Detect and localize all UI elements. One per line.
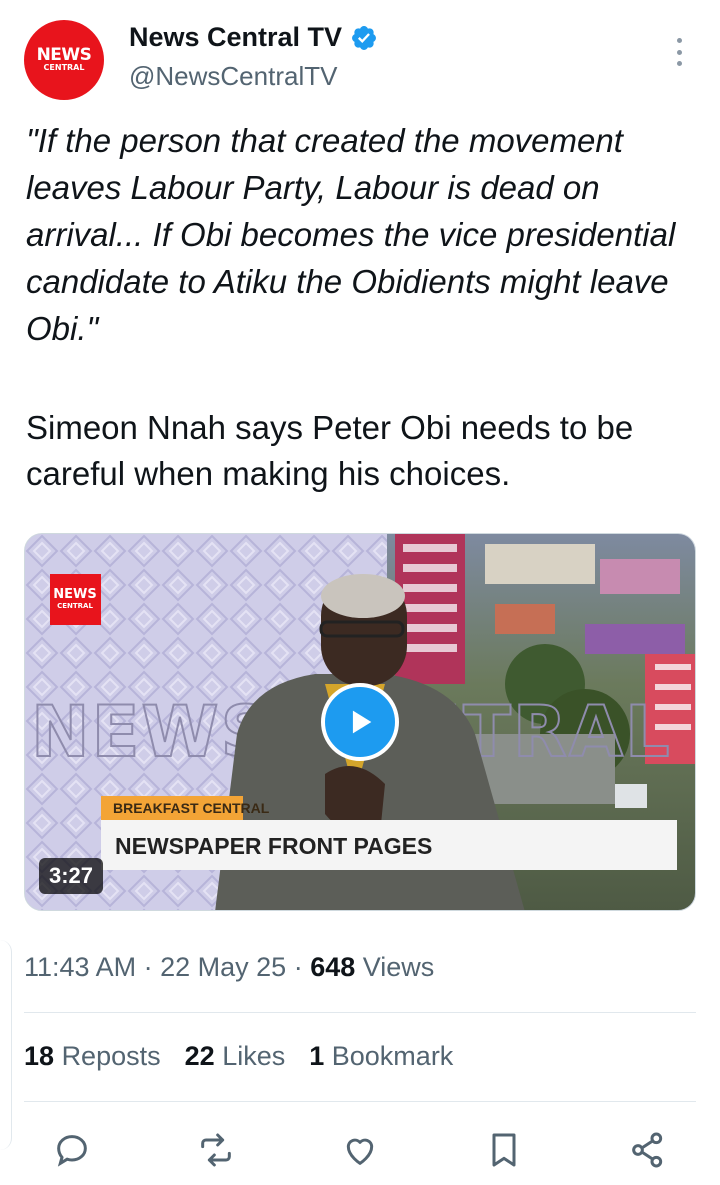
views-label: Views [362,952,435,982]
action-bar [0,1128,720,1176]
account-handle[interactable]: @NewsCentralTV [129,61,337,92]
bookmark-icon [492,1133,516,1167]
repost-icon [201,1133,231,1167]
likes-label: Likes [222,1041,286,1071]
divider [24,1101,696,1102]
video-logo-line1: NEWS [53,587,96,602]
bookmarks-label: Bookmark [331,1041,454,1071]
left-rail [0,940,12,1150]
heart-icon [346,1138,374,1165]
avatar-line2: CENTRAL [43,62,85,72]
bookmark-button[interactable] [482,1128,526,1172]
lower-third-title: NEWSPAPER FRONT PAGES [115,833,432,859]
like-button[interactable] [338,1128,382,1172]
divider [24,1012,696,1013]
tweet-quote-text: "If the person that created the movement… [26,122,676,347]
tweet-date[interactable]: 22 May 25 [160,952,286,982]
play-icon [352,710,372,734]
lower-third-tag: BREAKFAST CENTRAL [113,800,270,816]
more-options-icon[interactable] [668,32,690,72]
reposts-label: Reposts [61,1041,161,1071]
share-button[interactable] [626,1128,670,1172]
verified-badge-icon [352,25,377,50]
bookmarks-count: 1 [309,1041,325,1071]
tweet-meta: 11:43 AM · 22 May 25 · 648 Views [24,952,434,983]
likes-stat[interactable]: 22 Likes [185,1041,286,1072]
views-count: 648 [310,952,356,982]
bookmarks-stat[interactable]: 1 Bookmark [309,1041,453,1072]
tweet-time[interactable]: 11:43 AM [24,952,136,982]
reply-button[interactable] [50,1128,94,1172]
reposts-count: 18 [24,1041,55,1071]
meta-separator: · [143,952,161,982]
video-logo-line2: CENTRAL [57,602,93,610]
share-icon [632,1132,663,1168]
reposts-stat[interactable]: 18 Reposts [24,1041,161,1072]
play-button[interactable] [321,683,399,761]
engagement-stats: 18 Reposts 22 Likes 1 Bookmark [24,1041,453,1072]
account-name-row[interactable]: News Central TV [129,22,378,53]
video-duration: 3:27 [39,858,104,894]
tweet-body-text: Simeon Nnah says Peter Obi needs to be c… [26,409,634,492]
account-name[interactable]: News Central TV [129,22,342,53]
avatar[interactable]: NEWS CENTRAL [24,20,104,100]
likes-count: 22 [184,1041,215,1071]
tweet-header: NEWS CENTRAL News Central TV @NewsCentra… [0,0,720,110]
meta-separator: · [293,952,311,982]
reply-icon [57,1135,87,1167]
avatar-line1: NEWS [36,44,92,65]
repost-button[interactable] [194,1128,238,1172]
